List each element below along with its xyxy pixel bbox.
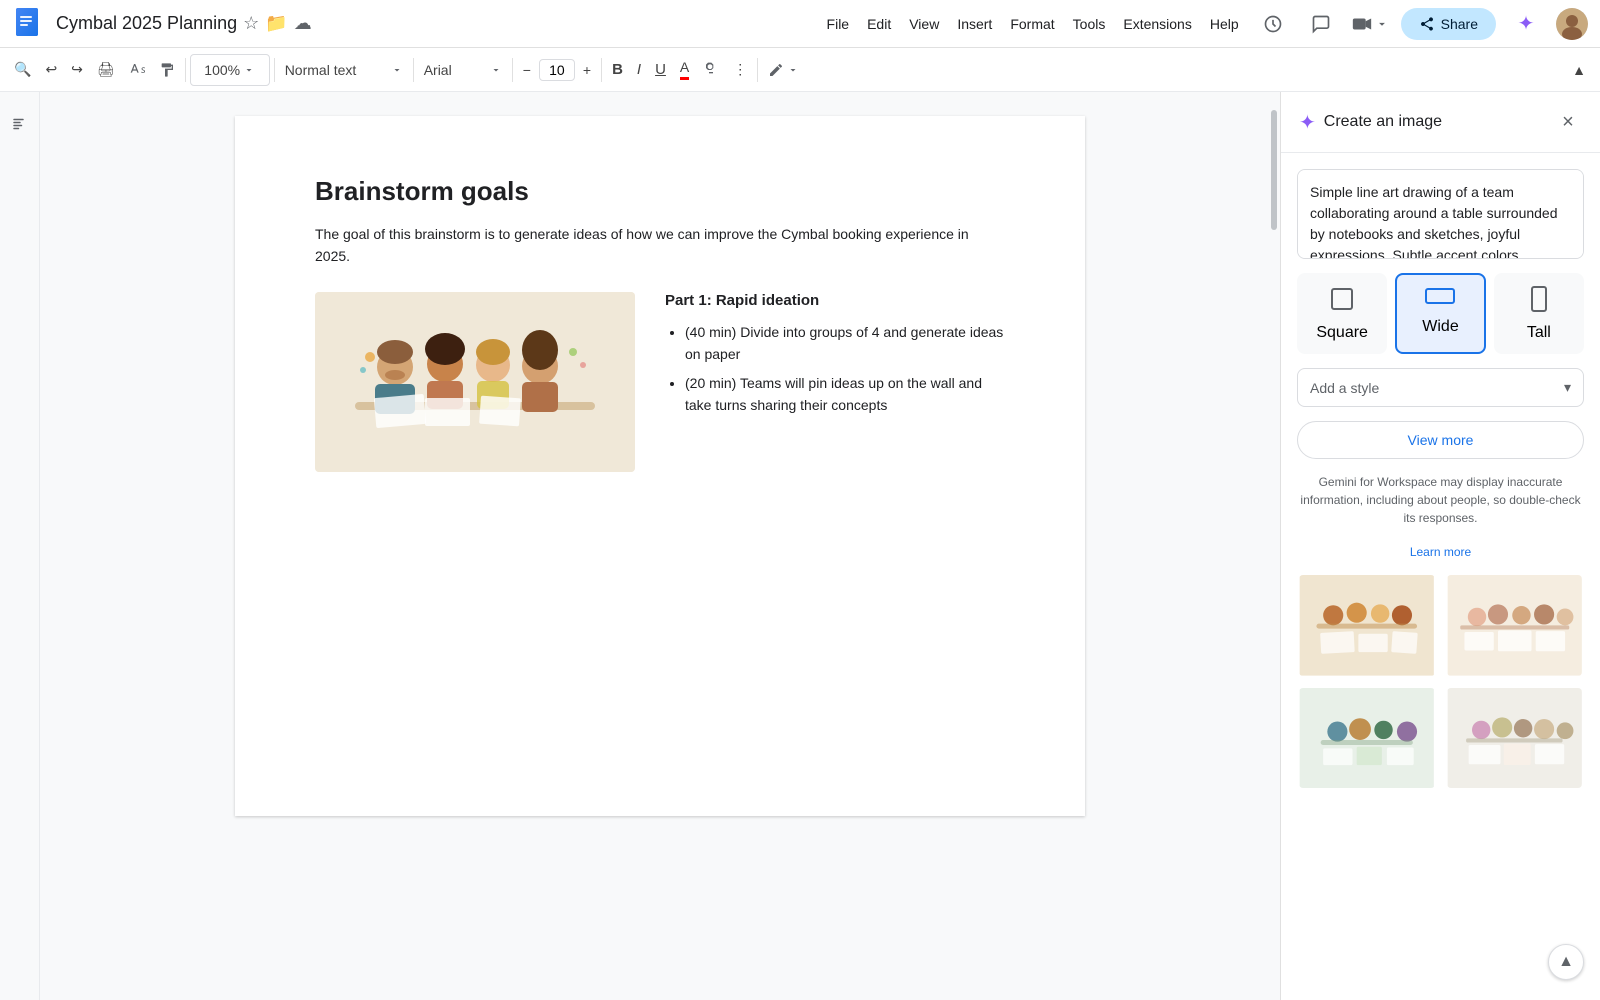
search-toolbar-btn[interactable]: 🔍	[8, 54, 37, 86]
separator-3	[413, 58, 414, 82]
print-btn[interactable]: 🖨	[91, 54, 121, 86]
panel-title: ✦ Create an image	[1299, 110, 1442, 135]
menu-extensions[interactable]: Extensions	[1115, 12, 1199, 36]
doc-body-text: The goal of this brainstorm is to genera…	[315, 223, 1005, 268]
doc-title-area: Cymbal 2025 Planning ☆ 📁 ☁	[56, 13, 811, 34]
gemini-icon-btn[interactable]: ✦	[1508, 6, 1544, 42]
wide-label: Wide	[1422, 318, 1458, 336]
panel-body: Simple line art drawing of a team collab…	[1281, 153, 1600, 1000]
menu-items: File Edit View Insert Format Tools Exten…	[819, 12, 1247, 36]
image-grid	[1297, 573, 1584, 790]
learn-more-link[interactable]: Learn more	[1297, 545, 1584, 559]
font-size-increase[interactable]: +	[577, 54, 597, 86]
part-title: Part 1: Rapid ideation	[665, 292, 1005, 309]
image-thumb-4[interactable]	[1445, 686, 1585, 791]
font-selector[interactable]: Arial	[418, 54, 508, 86]
menu-insert[interactable]: Insert	[949, 12, 1000, 36]
doc-title[interactable]: Cymbal 2025 Planning	[56, 13, 237, 34]
separator-2	[274, 58, 275, 82]
image-thumb-1[interactable]	[1297, 573, 1437, 678]
user-avatar[interactable]	[1556, 8, 1588, 40]
spellcheck-btn[interactable]	[123, 54, 151, 86]
font-value: Arial	[424, 62, 452, 78]
view-more-btn[interactable]: View more	[1297, 421, 1584, 459]
prompt-textarea[interactable]: Simple line art drawing of a team collab…	[1297, 169, 1584, 259]
collapse-toolbar-btn[interactable]: ▲	[1566, 54, 1592, 86]
separator-4	[512, 58, 513, 82]
dropdown-arrow-icon: ▾	[1564, 379, 1571, 396]
toolbar: 🔍 ↩ ↪ 🖨 100% Normal text Arial − 10 + B …	[0, 48, 1600, 92]
style-value: Normal text	[285, 62, 357, 78]
menu-file[interactable]: File	[819, 12, 858, 36]
square-label: Square	[1316, 324, 1368, 342]
team-illustration[interactable]	[315, 292, 635, 472]
redo-btn[interactable]: ↪	[65, 54, 89, 86]
folder-icon[interactable]: 📁	[265, 13, 287, 34]
shape-square[interactable]: Square	[1297, 273, 1387, 354]
style-placeholder: Add a style	[1310, 380, 1379, 396]
document-area: Brainstorm goals The goal of this brains…	[40, 92, 1280, 1000]
bold-btn[interactable]: B	[606, 54, 629, 86]
cloud-icon[interactable]: ☁	[294, 13, 312, 34]
disclaimer-text: Gemini for Workspace may display inaccur…	[1297, 473, 1584, 527]
tall-label: Tall	[1527, 324, 1551, 342]
wide-icon	[1424, 285, 1456, 312]
shape-wide[interactable]: Wide	[1395, 273, 1485, 354]
main-area: Brainstorm goals The goal of this brains…	[0, 92, 1600, 1000]
panel-close-btn[interactable]: ×	[1554, 108, 1582, 136]
font-size-input[interactable]: 10	[539, 59, 575, 81]
separator-1	[185, 58, 186, 82]
separator-6	[757, 58, 758, 82]
doc-image-section: Part 1: Rapid ideation (40 min) Divide i…	[315, 292, 1005, 472]
shape-tall[interactable]: Tall	[1494, 273, 1584, 354]
undo-btn[interactable]: ↩	[39, 54, 63, 86]
style-dropdown[interactable]: Add a style ▾	[1297, 368, 1584, 407]
italic-btn[interactable]: I	[631, 54, 647, 86]
underline-btn[interactable]: U	[649, 54, 672, 86]
highlight-btn[interactable]	[697, 54, 725, 86]
menu-bar: Cymbal 2025 Planning ☆ 📁 ☁ File Edit Vie…	[0, 0, 1600, 48]
history-icon-btn[interactable]	[1255, 6, 1291, 42]
panel-header: ✦ Create an image ×	[1281, 92, 1600, 153]
comments-icon-btn[interactable]	[1303, 6, 1339, 42]
image-thumb-3[interactable]	[1297, 686, 1437, 791]
image-thumb-2[interactable]	[1445, 573, 1585, 678]
menu-format[interactable]: Format	[1002, 12, 1062, 36]
create-image-panel: ✦ Create an image × Simple line art draw…	[1280, 92, 1600, 1000]
paint-format-btn[interactable]	[153, 54, 181, 86]
sidebar-outline-btn[interactable]	[7, 108, 33, 140]
font-size-decrease[interactable]: −	[517, 54, 537, 86]
top-right-actions: Share ✦	[1255, 6, 1588, 42]
scroll-to-top-btn[interactable]: ▲	[1548, 944, 1584, 980]
separator-5	[601, 58, 602, 82]
text-color-btn[interactable]: A	[674, 54, 695, 86]
doc-heading: Brainstorm goals	[315, 176, 1005, 207]
more-formatting-btn[interactable]: ⋮	[727, 54, 753, 86]
share-button[interactable]: Share	[1401, 8, 1496, 40]
bullet-item-2: (20 min) Teams will pin ideas up on the …	[685, 372, 1005, 417]
zoom-selector[interactable]: 100%	[190, 54, 270, 86]
style-selector[interactable]: Normal text	[279, 54, 409, 86]
menu-help[interactable]: Help	[1202, 12, 1247, 36]
bullet-item-1: (40 min) Divide into groups of 4 and gen…	[685, 321, 1005, 366]
menu-tools[interactable]: Tools	[1065, 12, 1114, 36]
panel-title-text: Create an image	[1324, 113, 1442, 131]
doc-text-content: Part 1: Rapid ideation (40 min) Divide i…	[665, 292, 1005, 423]
star-icon[interactable]: ☆	[243, 13, 259, 34]
pen-tool-btn[interactable]	[762, 54, 805, 86]
bullet-list: (40 min) Divide into groups of 4 and gen…	[665, 321, 1005, 417]
share-label: Share	[1441, 16, 1478, 32]
shape-options: Square Wide Tall	[1297, 273, 1584, 354]
square-icon	[1328, 285, 1356, 318]
doc-app-icon	[12, 6, 48, 42]
menu-view[interactable]: View	[901, 12, 947, 36]
panel-title-icon: ✦	[1299, 110, 1316, 135]
tall-icon	[1530, 285, 1548, 318]
meet-icon-area[interactable]	[1351, 13, 1389, 35]
zoom-value: 100%	[204, 62, 240, 78]
document-page: Brainstorm goals The goal of this brains…	[235, 116, 1085, 816]
menu-edit[interactable]: Edit	[859, 12, 899, 36]
